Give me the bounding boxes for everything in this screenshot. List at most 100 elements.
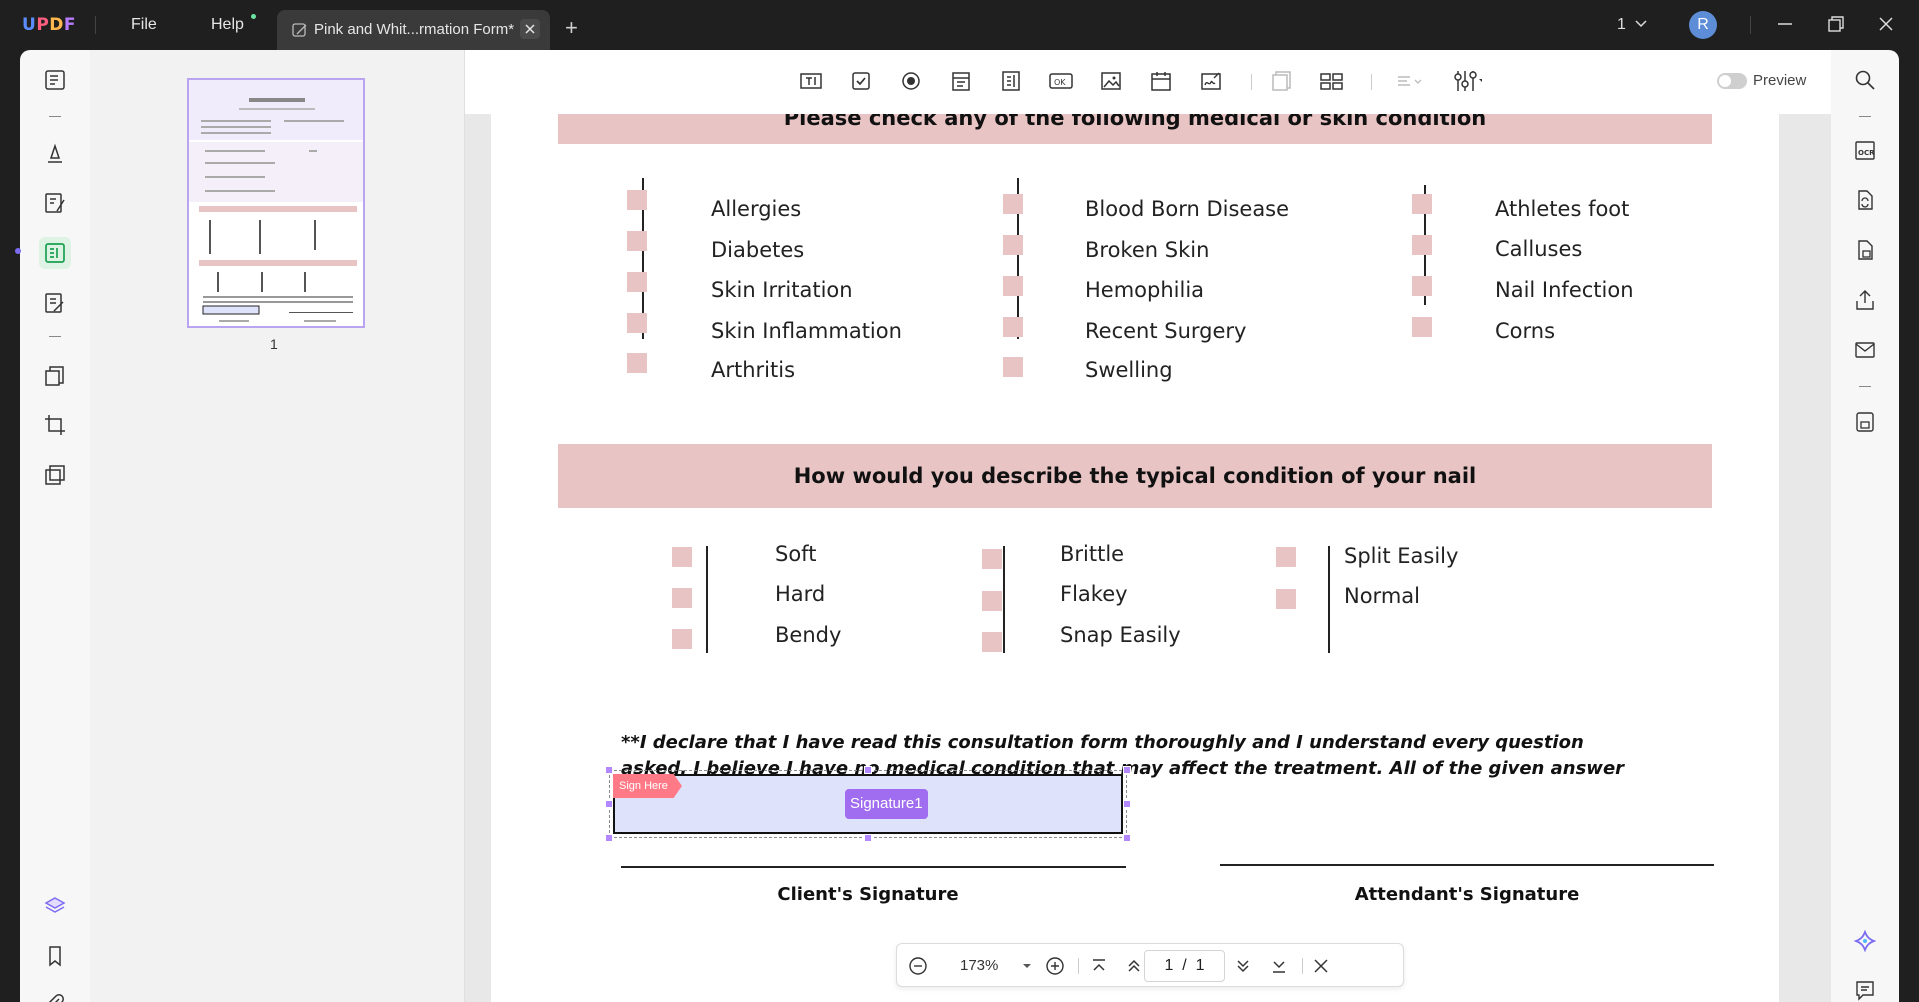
first-page-icon[interactable] (1088, 955, 1110, 977)
ai-assistant-icon[interactable] (1850, 926, 1880, 956)
share-icon[interactable] (1850, 285, 1880, 315)
reader-mode-icon[interactable] (39, 64, 71, 96)
combo-box-icon[interactable] (946, 66, 976, 96)
menu-help[interactable]: Help (211, 16, 244, 34)
checkbox-soft[interactable] (672, 547, 692, 567)
zoom-level[interactable]: 173% (960, 957, 998, 974)
zoom-out-icon[interactable] (907, 955, 929, 977)
minimize-icon[interactable] (1775, 14, 1795, 34)
checkbox-arthritis[interactable] (627, 353, 647, 373)
image-field-icon[interactable] (1096, 66, 1126, 96)
checkbox-allergies[interactable] (627, 190, 647, 210)
page-tools-icon[interactable] (39, 459, 71, 491)
checkbox-tool-icon[interactable] (846, 66, 876, 96)
page-thumbnail[interactable] (187, 78, 365, 328)
new-tab-icon[interactable]: + (565, 15, 578, 41)
resize-handle[interactable] (1123, 766, 1131, 774)
option-label: Nail Infection (1495, 278, 1634, 302)
checkbox-diabetes[interactable] (627, 231, 647, 251)
resize-handle[interactable] (864, 834, 872, 842)
checkbox-hemophilia[interactable] (1003, 276, 1023, 296)
section-header-nail: How would you describe the typical condi… (558, 444, 1712, 508)
save-icon[interactable] (1850, 407, 1880, 437)
help-notification-dot (251, 14, 256, 19)
resize-handle[interactable] (605, 766, 613, 774)
checkbox-flakey[interactable] (982, 591, 1002, 611)
convert-icon[interactable] (1850, 185, 1880, 215)
checkbox-swelling[interactable] (1003, 357, 1023, 377)
zoom-dropdown-icon[interactable] (1016, 955, 1038, 977)
checkbox-normal[interactable] (1276, 589, 1296, 609)
comment-list-icon[interactable] (1850, 975, 1880, 1002)
checkbox-recent-surgery[interactable] (1003, 317, 1023, 337)
attachment-icon[interactable] (39, 988, 71, 1002)
preview-toggle[interactable]: Preview (1717, 72, 1806, 90)
toggle-switch-icon[interactable] (1717, 73, 1747, 90)
resize-handle[interactable] (1123, 800, 1131, 808)
resize-handle[interactable] (1123, 834, 1131, 842)
fill-sign-icon[interactable] (39, 287, 71, 319)
svg-text:OCR: OCR (1858, 149, 1875, 157)
checkbox-skin-irritation[interactable] (627, 272, 647, 292)
checkbox-snap-easily[interactable] (982, 632, 1002, 652)
resize-handle[interactable] (605, 800, 613, 808)
option-label: Flakey (1060, 582, 1128, 606)
crop-icon[interactable] (39, 409, 71, 441)
close-zoombar-icon[interactable] (1310, 955, 1332, 977)
option-label: Arthritis (711, 358, 796, 382)
resize-handle[interactable] (864, 766, 872, 774)
close-window-icon[interactable] (1876, 14, 1896, 34)
restore-icon[interactable] (1826, 14, 1846, 34)
option-label: Hemophilia (1085, 278, 1205, 302)
checkbox-hard[interactable] (672, 588, 692, 608)
date-field-icon[interactable] (1146, 66, 1176, 96)
field-properties-icon[interactable] (1452, 66, 1482, 96)
column-divider (1328, 546, 1330, 653)
signature-field-icon[interactable] (1196, 66, 1226, 96)
checkbox-broken-skin[interactable] (1003, 235, 1023, 255)
checkbox-skin-inflammation[interactable] (627, 313, 647, 333)
button-tool-icon[interactable]: OK (1046, 66, 1076, 96)
next-page-icon[interactable] (1232, 955, 1254, 977)
previous-page-icon[interactable] (1123, 955, 1145, 977)
page-selector[interactable]: 1 (1617, 16, 1648, 34)
search-icon[interactable] (1850, 65, 1880, 95)
zoom-in-icon[interactable] (1044, 955, 1066, 977)
document-tab[interactable]: Pink and Whit...rmation Form* (277, 10, 550, 50)
checkbox-calluses[interactable] (1412, 235, 1432, 255)
edit-pdf-icon[interactable] (39, 187, 71, 219)
option-label: Broken Skin (1085, 238, 1210, 262)
organize-pages-icon[interactable] (39, 360, 71, 392)
ocr-icon[interactable]: OCR (1850, 135, 1880, 165)
align-icon[interactable] (1395, 66, 1425, 96)
checkbox-athletes-foot[interactable] (1412, 194, 1432, 214)
layers-icon[interactable] (39, 890, 71, 922)
text-field-icon[interactable] (796, 66, 826, 96)
bookmark-icon[interactable] (39, 940, 71, 972)
user-avatar[interactable]: R (1689, 11, 1717, 39)
checkbox-brittle[interactable] (982, 549, 1002, 569)
close-tab-icon[interactable] (520, 19, 540, 39)
list-box-icon[interactable] (996, 66, 1026, 96)
duplicate-icon[interactable] (1267, 66, 1297, 96)
checkbox-split-easily[interactable] (1276, 547, 1296, 567)
section-title-conditions: Please check any of the following medica… (783, 114, 1487, 130)
comment-highlight-icon[interactable] (39, 138, 71, 170)
protect-icon[interactable] (1850, 235, 1880, 265)
last-page-icon[interactable] (1268, 955, 1290, 977)
right-toolbar: OCR (1831, 50, 1899, 1002)
checkbox-corns[interactable] (1412, 317, 1432, 337)
email-icon[interactable] (1850, 335, 1880, 365)
prepare-form-icon[interactable] (39, 237, 71, 269)
grid-layout-icon[interactable] (1317, 66, 1347, 96)
page-number-input[interactable]: 1 / 1 (1144, 950, 1225, 982)
checkbox-bendy[interactable] (672, 629, 692, 649)
rail-separator (1859, 116, 1871, 117)
checkbox-blood-born-disease[interactable] (1003, 194, 1023, 214)
resize-handle[interactable] (605, 834, 613, 842)
active-indicator (15, 248, 21, 254)
checkbox-nail-infection[interactable] (1412, 276, 1432, 296)
menu-file[interactable]: File (131, 16, 157, 34)
zoom-separator (1078, 958, 1079, 974)
radio-button-icon[interactable] (896, 66, 926, 96)
